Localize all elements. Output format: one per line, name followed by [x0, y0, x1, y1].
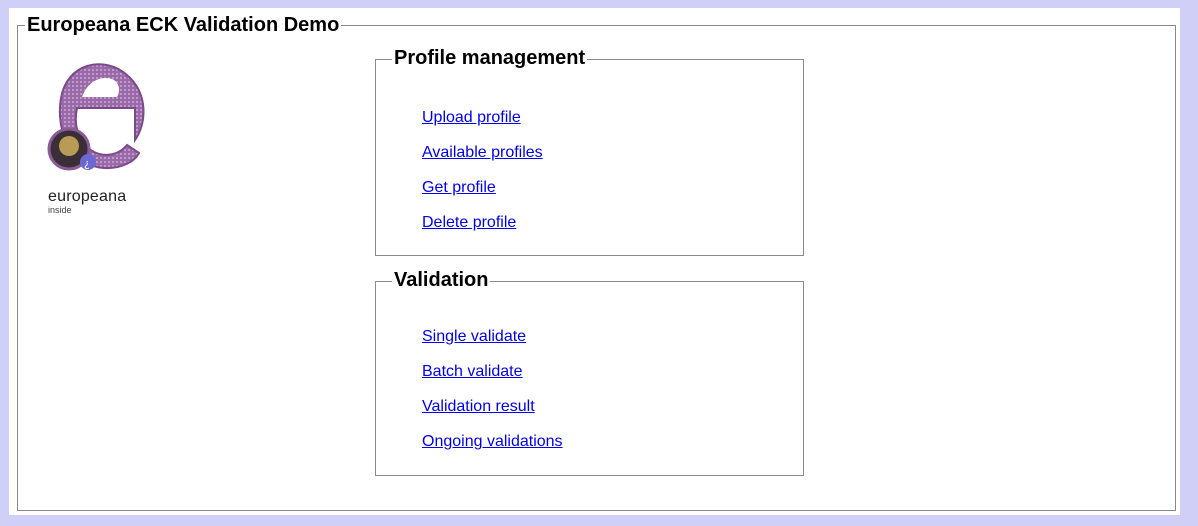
- profile-management-title: Profile management: [392, 46, 588, 70]
- profile-links-list: Upload profile Available profiles Get pr…: [422, 109, 543, 249]
- validation-title: Validation: [392, 268, 491, 292]
- validation-group: Validation Single validate Batch validat…: [375, 268, 804, 476]
- validation-result-link[interactable]: Validation result: [422, 398, 535, 415]
- available-profiles-link[interactable]: Available profiles: [422, 144, 543, 161]
- delete-profile-link[interactable]: Delete profile: [422, 214, 516, 231]
- batch-validate-link[interactable]: Batch validate: [422, 363, 523, 380]
- svg-text:¿: ¿: [84, 157, 90, 170]
- upload-profile-link[interactable]: Upload profile: [422, 109, 521, 126]
- ongoing-validations-link[interactable]: Ongoing validations: [422, 433, 563, 450]
- page-title: Europeana ECK Validation Demo: [25, 13, 342, 37]
- get-profile-link[interactable]: Get profile: [422, 179, 496, 196]
- logo-text: europeana: [48, 188, 127, 205]
- profile-management-group: Profile management Upload profile Availa…: [375, 46, 804, 256]
- validation-links-list: Single validate Batch validate Validatio…: [422, 328, 563, 468]
- logo-subtext: inside: [48, 205, 72, 215]
- main-panel: Europeana ECK Validation Demo ¿ european…: [9, 8, 1180, 515]
- single-validate-link[interactable]: Single validate: [422, 328, 526, 345]
